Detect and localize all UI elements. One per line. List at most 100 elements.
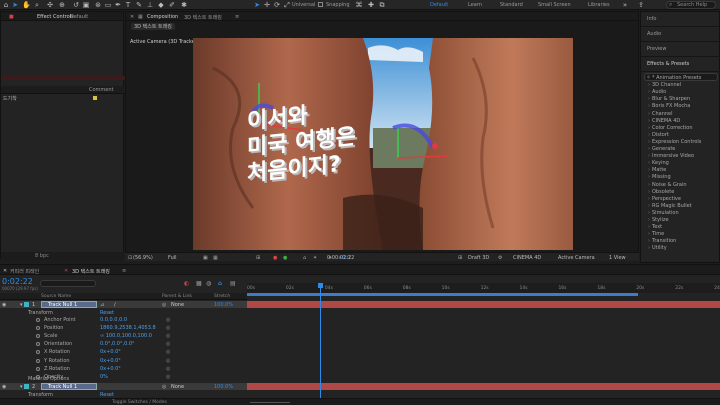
effect-category-item[interactable]: › Missing — [648, 174, 671, 180]
expression-pickwhip-icon[interactable]: ◎ — [166, 325, 170, 331]
layer-stretch-2[interactable]: 100.0% — [214, 384, 233, 390]
rotate-axis-icon[interactable]: ⟳ — [273, 1, 281, 9]
effect-category-item[interactable]: › Matte — [648, 167, 666, 173]
timeline-tab-2[interactable]: 3D 텍스트 트래킹 — [72, 268, 110, 275]
puppet-tool-icon[interactable]: ✱ — [180, 1, 188, 9]
composition-tab-prefix[interactable]: Composition — [147, 14, 178, 20]
brush-tool-icon[interactable]: ✎ — [135, 1, 143, 9]
effect-category-item[interactable]: › CINEMA 4D — [648, 118, 680, 124]
snapping-checkbox[interactable] — [318, 2, 323, 7]
effect-category-item[interactable]: › Immersive Video — [648, 153, 694, 159]
property-value[interactable]: 0x+0.0° — [100, 366, 121, 372]
clone-stamp-tool-icon[interactable]: ⊥ — [146, 1, 154, 9]
layer-switch-icon[interactable]: ⊿ — [100, 302, 104, 308]
orbit-tool-icon[interactable]: ✣ — [46, 1, 54, 9]
composition-menu-icon[interactable]: ≡ — [235, 14, 239, 20]
effect-category-item[interactable]: › Audio — [648, 89, 666, 95]
snapping-label[interactable]: Snapping — [326, 2, 350, 8]
search-help-input[interactable]: Search Help — [666, 1, 716, 9]
lock-icon[interactable]: ✕ — [130, 14, 134, 20]
audio-section[interactable]: Audio — [641, 27, 720, 42]
graph-editor-icon[interactable]: ⌂ — [218, 280, 222, 287]
effect-category-item[interactable]: › Noise & Grain — [648, 182, 687, 188]
draft-3d-icon[interactable]: ⊞ — [458, 255, 462, 261]
extent-icon[interactable]: ✚ — [367, 1, 375, 9]
transform-group[interactable]: Transform — [28, 310, 53, 316]
project-bpc-label[interactable]: 8 bpc — [35, 253, 49, 259]
effect-category-item[interactable]: › Boris FX Mocha — [648, 103, 690, 109]
select-arrow-icon[interactable]: ➤ — [253, 1, 261, 9]
share-icon[interactable]: ⇪ — [637, 1, 645, 9]
resolution-select[interactable]: Full — [168, 255, 177, 261]
expression-pickwhip-icon[interactable]: ◎ — [166, 333, 170, 339]
roto-brush-tool-icon[interactable]: ✐ — [168, 1, 176, 9]
show-snapshot-icon[interactable]: ✴ — [313, 255, 317, 261]
timeline-tab-1[interactable]: 커피러 피레인 — [10, 268, 39, 275]
layer-parent[interactable]: None — [171, 302, 184, 308]
workspace-small-screen[interactable]: Small Screen — [538, 2, 571, 8]
grid-snap-icon[interactable]: ⧉ — [378, 1, 386, 9]
playhead-handle[interactable] — [317, 283, 323, 288]
effect-category-item[interactable]: › Transition — [648, 238, 676, 244]
composition-subtab[interactable]: 3D 텍스트 트래킹 — [131, 23, 175, 30]
layer-name-field[interactable]: Track Null 1 — [41, 301, 97, 308]
effect-category-item[interactable]: › Expression Controls — [648, 139, 701, 145]
hand-tool-icon[interactable]: ✋ — [22, 1, 31, 9]
property-value[interactable]: 0% — [100, 374, 108, 380]
draft-3d-toggle[interactable]: Draft 3D — [468, 255, 489, 261]
zoom-level[interactable]: (56.9%) — [133, 255, 153, 261]
layer-name-field-2[interactable]: Track Null 1 — [41, 383, 97, 390]
effect-category-item[interactable]: › Stylize — [648, 217, 669, 223]
effect-category-item[interactable]: › Channel — [648, 111, 673, 117]
timeline-timecode[interactable]: 0:02:22 — [2, 277, 33, 286]
info-section[interactable]: Info — [641, 12, 720, 27]
expand-layer-icon-2[interactable]: ▾ — [20, 384, 23, 390]
pan-tool-icon[interactable]: ⊕ — [58, 1, 66, 9]
zoom-slider[interactable] — [250, 402, 290, 403]
playhead[interactable] — [317, 283, 323, 398]
effect-category-item[interactable]: › Utility — [648, 245, 667, 251]
overlay-text-3d[interactable]: 이서와 미국 여행은 처음이지? — [247, 98, 356, 187]
effect-category-item[interactable]: › Color Correction — [648, 125, 693, 131]
project-item[interactable]: 드기착 — [1, 95, 125, 102]
rectangle-tool-icon[interactable]: ▭ — [104, 1, 112, 9]
layer-fx-icon[interactable]: / — [114, 302, 116, 308]
effect-category-item[interactable]: › Obsolete — [648, 189, 674, 195]
effects-presets-section[interactable]: Effects & Presets — [641, 57, 720, 72]
transparency-grid-icon[interactable]: ▦ — [213, 255, 218, 261]
transform-reset[interactable]: Reset — [100, 310, 114, 316]
property-value[interactable]: ∞ 100.0,100.0,100.0 — [100, 333, 152, 339]
tab-effect-controls-target[interactable]: Default — [70, 14, 88, 20]
property-value[interactable]: 0.0,0.0,0.0 — [100, 317, 127, 323]
effect-category-item[interactable]: › Keying — [648, 160, 669, 166]
timeline-close-icon[interactable]: ✕ — [3, 268, 7, 274]
pan-behind-tool-icon[interactable]: ⊛ — [94, 1, 102, 9]
layer-row-1[interactable]: ◉ ▾ 1 Track Null 1 ⊿ / ◎ None 100.0% — [0, 301, 720, 308]
effect-category-item[interactable]: › Distort — [648, 132, 669, 138]
workspace-learn[interactable]: Learn — [468, 2, 482, 8]
expression-pickwhip-icon[interactable]: ◎ — [166, 341, 170, 347]
workspace-standard[interactable]: Standard — [500, 2, 523, 8]
timeline-menu-icon[interactable]: ≡ — [122, 268, 126, 274]
effect-category-item[interactable]: › Blur & Sharpen — [648, 96, 690, 102]
show-channel-icon[interactable]: ● — [283, 255, 287, 261]
timeline-tab-close-icon[interactable]: ✕ — [64, 268, 68, 274]
region-of-interest-icon[interactable]: ▣ — [203, 255, 208, 261]
expand-layer-icon[interactable]: ▾ — [20, 302, 23, 308]
type-tool-icon[interactable]: T — [124, 1, 132, 9]
work-area-bar[interactable] — [247, 293, 638, 296]
renderer-select[interactable]: CINEMA 4D — [513, 255, 541, 261]
layer-row-2[interactable]: ◉ ▾ 2 Track Null 1 ◎ None 100.0% — [0, 383, 720, 390]
view-layout-select[interactable]: 1 View — [609, 255, 626, 261]
property-value[interactable]: 0x+0.0° — [100, 358, 121, 364]
shy-layers-icon[interactable]: ◐ — [184, 280, 189, 287]
workspace-libraries[interactable]: Libraries — [588, 2, 610, 8]
parent-pickwhip-icon[interactable]: ◎ — [162, 302, 166, 308]
pen-tool-icon[interactable]: ✒ — [114, 1, 122, 9]
always-preview-icon[interactable]: ⊡ — [128, 255, 132, 261]
eraser-tool-icon[interactable]: ◆ — [157, 1, 165, 9]
preview-section[interactable]: Preview — [641, 42, 720, 57]
home-icon[interactable]: ⌂ — [2, 1, 10, 9]
parent-pickwhip-icon-2[interactable]: ◎ — [162, 384, 166, 390]
expression-pickwhip-icon[interactable]: ◎ — [166, 317, 170, 323]
